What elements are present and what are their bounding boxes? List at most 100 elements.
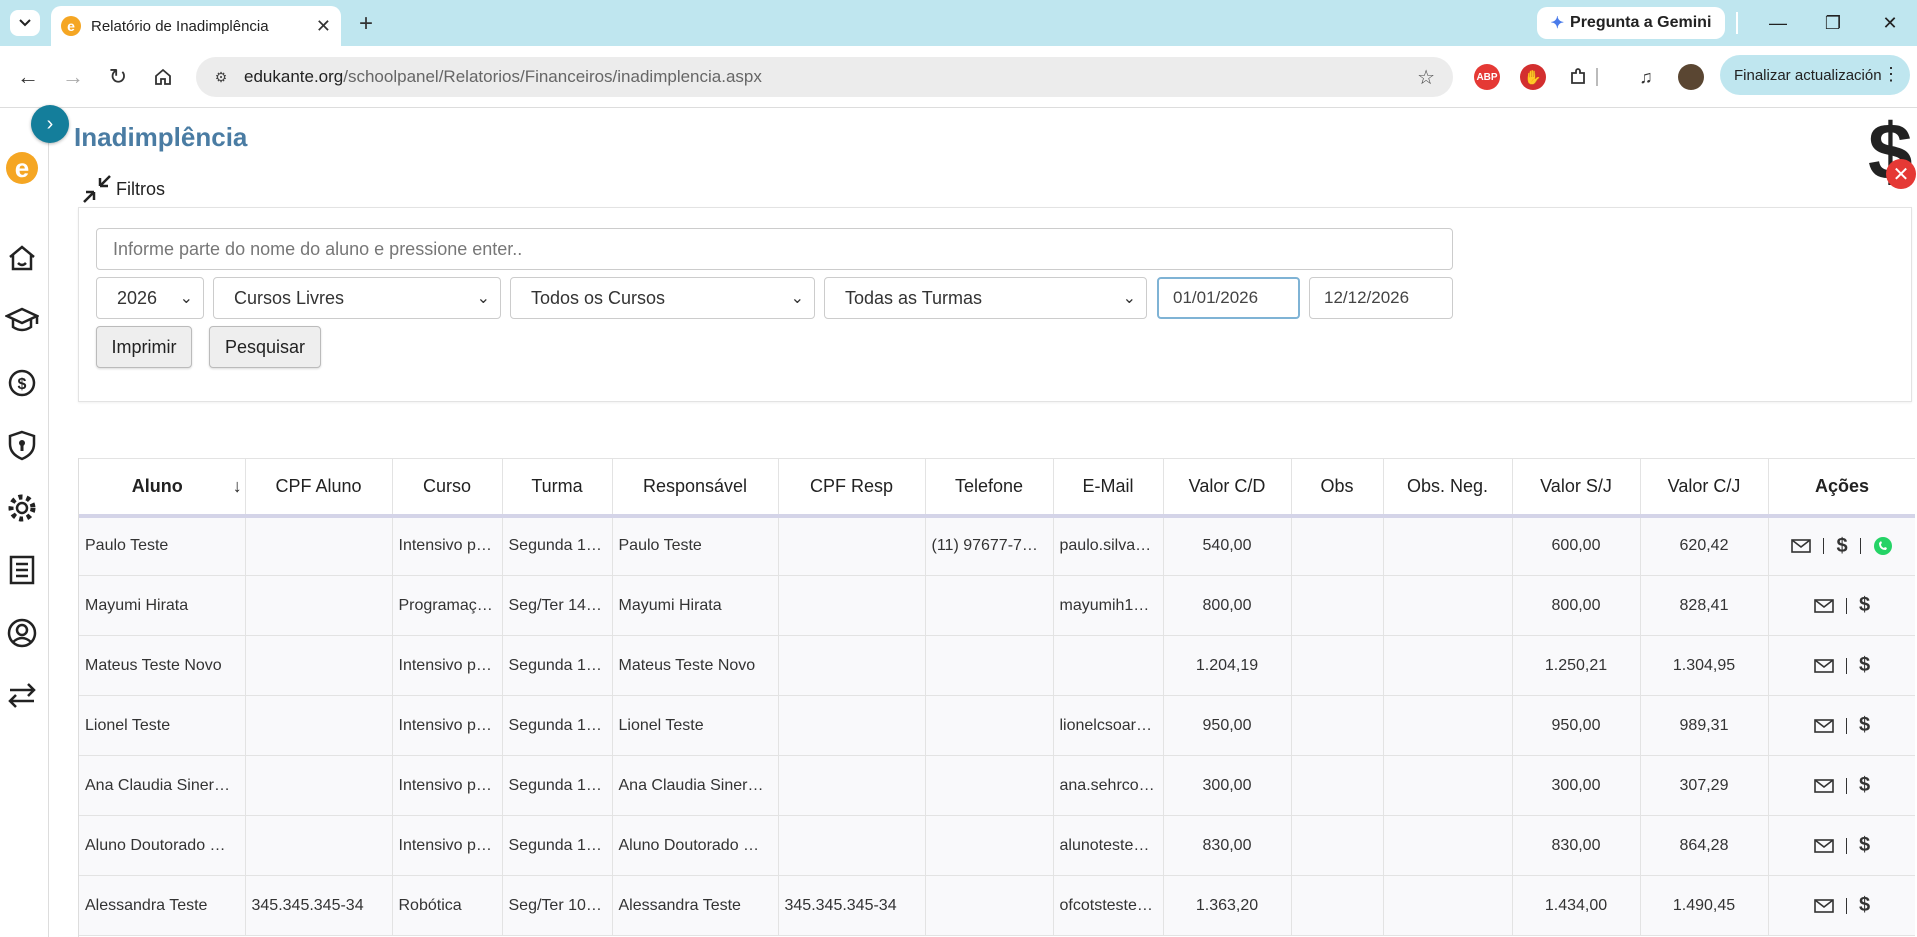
table-row[interactable]: Lionel Teste Intensivo p… Segunda 1… Lionel… [79, 695, 1915, 756]
course-select[interactable]: Todos os Cursos ⌄ [510, 277, 815, 319]
payment-dollar-icon[interactable]: $ [1836, 535, 1847, 558]
window-separator [1736, 12, 1738, 34]
cell-aluno: Lionel Teste [79, 695, 246, 756]
send-email-icon[interactable] [1814, 658, 1834, 673]
sidebar-expand-button[interactable]: › [31, 105, 69, 143]
column-header-aluno[interactable]: Aluno ↓ [79, 458, 246, 518]
cell-obs-neg [1383, 515, 1513, 576]
cell-turma: Segunda 1… [502, 635, 613, 696]
reload-button[interactable]: ↻ [103, 62, 133, 92]
column-header-curso[interactable]: Curso [392, 458, 503, 518]
cell-cpf-resp [778, 755, 926, 816]
column-header-cpf-resp[interactable]: CPF Resp [778, 458, 926, 518]
action-separator [1823, 538, 1825, 555]
column-header-obs-neg[interactable]: Obs. Neg. [1383, 458, 1513, 518]
column-header-email[interactable]: E-Mail [1053, 458, 1164, 518]
send-email-icon[interactable] [1814, 718, 1834, 733]
minimize-button[interactable]: — [1758, 8, 1798, 38]
close-report-icon[interactable]: ✕ [1886, 159, 1916, 189]
payment-dollar-icon[interactable]: $ [1859, 834, 1870, 857]
column-header-valor-cj[interactable]: Valor C/J [1640, 458, 1769, 518]
back-button[interactable]: ← [13, 62, 43, 92]
finance-coin-icon[interactable]: $ [5, 366, 39, 400]
security-shield-icon[interactable] [5, 428, 39, 462]
cell-cpf-resp [778, 815, 926, 876]
site-settings-icon[interactable]: ⚙ [208, 64, 234, 90]
tab-close-icon[interactable]: ✕ [316, 16, 331, 37]
hand-stop-icon[interactable]: ✋ [1520, 64, 1546, 90]
update-button[interactable]: Finalizar actualización ⋮ [1720, 55, 1910, 95]
table-row[interactable]: Aluno Doutorado … Intensivo p… Segunda 1… A… [79, 815, 1915, 876]
payment-dollar-icon[interactable]: $ [1859, 594, 1870, 617]
url-text: edukante.org/schoolpanel/Relatorios/Fina… [244, 67, 762, 87]
cell-actions: $ [1768, 515, 1915, 576]
more-menu-icon[interactable]: ⋮ [1882, 64, 1900, 85]
adblock-icon[interactable]: ABP [1474, 64, 1500, 90]
send-email-icon[interactable] [1814, 598, 1834, 613]
search-button[interactable]: Pesquisar [209, 326, 321, 368]
settings-gear-icon[interactable] [5, 491, 39, 525]
cell-cpf-resp [778, 695, 926, 756]
column-header-valor-cd[interactable]: Valor C/D [1163, 458, 1292, 518]
payment-dollar-icon[interactable]: $ [1859, 714, 1870, 737]
cell-email: ofcotsteste… [1053, 875, 1164, 936]
filters-toggle[interactable]: Filtros [80, 172, 165, 206]
column-header-obs[interactable]: Obs [1291, 458, 1384, 518]
column-header-acoes: Ações [1768, 458, 1915, 518]
user-profile-icon[interactable] [5, 616, 39, 650]
student-search-input[interactable] [96, 228, 1453, 270]
payment-dollar-icon[interactable]: $ [1859, 654, 1870, 677]
payment-dollar-icon[interactable]: $ [1859, 774, 1870, 797]
restore-button[interactable]: ❐ [1813, 8, 1853, 38]
column-header-responsavel[interactable]: Responsável [612, 458, 779, 518]
browser-toolbar: ← → ↻ ⚙ edukante.org/schoolpanel/Relator… [0, 46, 1917, 108]
edukante-logo[interactable]: e [6, 152, 38, 184]
collapse-arrows-icon [83, 175, 111, 203]
table-row[interactable]: Paulo Teste Intensivo p… Segunda 1… Paulo T… [79, 515, 1915, 576]
cell-aluno: Aluno Doutorado … [79, 815, 246, 876]
print-button[interactable]: Imprimir [96, 326, 192, 368]
report-document-icon[interactable] [5, 553, 39, 587]
date-to-input[interactable]: 12/12/2026 [1309, 277, 1453, 319]
send-email-icon[interactable] [1814, 838, 1834, 853]
close-window-button[interactable]: ✕ [1870, 8, 1910, 38]
cell-responsavel: Paulo Teste [612, 515, 779, 576]
table-row[interactable]: Mayumi Hirata Programaç… Seg/Ter 14… Mayumi… [79, 575, 1915, 636]
column-header-valor-sj[interactable]: Valor S/J [1512, 458, 1641, 518]
course-type-select[interactable]: Cursos Livres ⌄ [213, 277, 501, 319]
date-from-input[interactable]: 01/01/2026 [1157, 277, 1300, 319]
forward-button[interactable]: → [58, 62, 88, 92]
media-control-icon[interactable]: ♫ [1633, 64, 1659, 90]
table-row[interactable]: Alessandra Teste 345.345.345-34 Robótica Se… [79, 875, 1915, 936]
cell-actions: $ [1768, 815, 1915, 876]
class-select[interactable]: Todas as Turmas ⌄ [824, 277, 1147, 319]
gemini-button[interactable]: ✦ Pregunta a Gemini [1537, 7, 1725, 39]
send-email-icon[interactable] [1791, 539, 1812, 554]
cell-cpf-aluno [245, 755, 393, 816]
column-header-telefone[interactable]: Telefone [925, 458, 1054, 518]
profile-avatar[interactable] [1678, 64, 1704, 90]
year-select[interactable]: 2026 ⌄ [96, 277, 204, 319]
home-button[interactable] [148, 62, 178, 92]
payment-dollar-icon[interactable]: $ [1859, 894, 1870, 917]
url-host: edukante.org [244, 67, 344, 86]
column-header-turma[interactable]: Turma [502, 458, 613, 518]
browser-tab[interactable]: e Relatório de Inadimplência ✕ [51, 6, 341, 46]
table-row[interactable]: Ana Claudia Siner… Intensivo p… Segunda 1…… [79, 755, 1915, 816]
transfer-arrows-icon[interactable] [5, 678, 39, 712]
graduation-cap-icon[interactable] [5, 303, 39, 337]
send-email-icon[interactable] [1814, 898, 1834, 913]
home-icon[interactable] [5, 241, 39, 275]
extensions-icon[interactable] [1565, 64, 1591, 90]
cell-valor-cj: 989,31 [1640, 695, 1769, 756]
address-bar[interactable]: ⚙ edukante.org/schoolpanel/Relatorios/Fi… [196, 57, 1453, 97]
cell-telefone [925, 635, 1054, 696]
tab-list-button[interactable] [10, 10, 40, 36]
send-email-icon[interactable] [1814, 778, 1834, 793]
column-header-cpf-aluno[interactable]: CPF Aluno [245, 458, 393, 518]
bookmark-star-icon[interactable]: ☆ [1417, 65, 1435, 90]
chevron-down-icon: ⌄ [1122, 290, 1136, 307]
table-row[interactable]: Mateus Teste Novo Intensivo p… Segunda 1… M… [79, 635, 1915, 696]
new-tab-button[interactable]: + [352, 10, 380, 38]
whatsapp-icon[interactable] [1873, 536, 1893, 556]
